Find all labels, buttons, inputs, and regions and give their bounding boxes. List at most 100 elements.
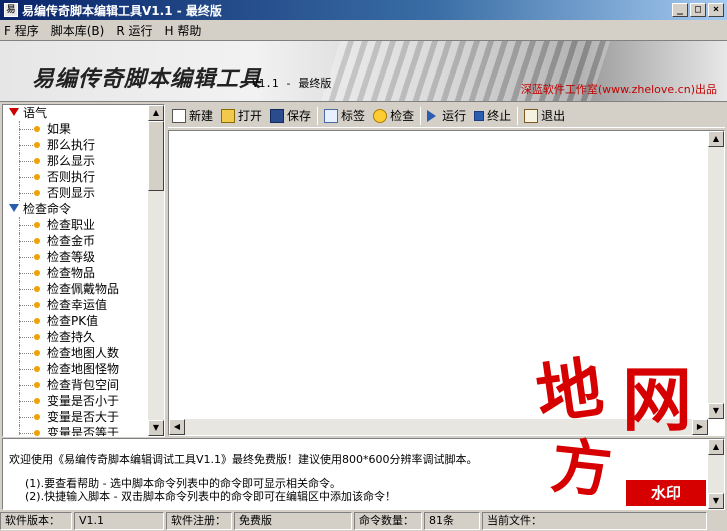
toolbar-separator xyxy=(317,106,319,125)
bullet-icon xyxy=(34,158,40,164)
editor-vertical-scrollbar[interactable]: ▲ ▼ xyxy=(708,131,724,419)
bullet-icon xyxy=(34,398,40,404)
bullet-icon xyxy=(34,302,40,308)
flag-icon xyxy=(9,204,19,212)
flag-icon xyxy=(9,108,19,116)
tree-item[interactable]: 检查佩戴物品 xyxy=(3,281,149,297)
close-button[interactable]: × xyxy=(708,3,724,17)
toolbar-separator xyxy=(517,106,519,125)
menu-run[interactable]: R 运行 xyxy=(116,22,152,39)
tree-scroll-thumb[interactable] xyxy=(148,121,164,191)
tree-connector xyxy=(19,369,33,370)
bullet-icon xyxy=(34,254,40,260)
tree-connector xyxy=(19,241,33,242)
menu-program[interactable]: F 程序 xyxy=(4,22,39,39)
run-button-label: 运行 xyxy=(442,109,467,123)
tree-scroll-down-button[interactable]: ▼ xyxy=(148,420,164,436)
tree-item[interactable]: 检查地图怪物 xyxy=(3,361,149,377)
tree-item-label: 检查金币 xyxy=(47,234,96,248)
tree-item[interactable]: 否则显示 xyxy=(3,185,149,201)
tree-connector xyxy=(19,289,33,290)
bullet-icon xyxy=(34,318,40,324)
bullet-icon xyxy=(34,126,40,132)
tree-item[interactable]: 变量是否小于 xyxy=(3,393,149,409)
command-tree-list: 语气 如果 那么执行 那么显示 否则执行 否则显示 检查命令 检查职业 检查金币检查等级检查物品… xyxy=(3,105,149,436)
tree-item[interactable]: 如果 xyxy=(3,121,149,137)
editor-scroll-left-button[interactable]: ◀ xyxy=(169,419,185,435)
tree-connector xyxy=(19,257,33,258)
tree-item-label: 检查物品 xyxy=(47,266,96,280)
tree-item[interactable]: 变量是否大于 xyxy=(3,409,149,425)
tree-group[interactable]: 检查命令 xyxy=(3,201,149,217)
save-button[interactable]: 保存 xyxy=(270,107,311,124)
minimize-button[interactable]: _ xyxy=(672,3,688,17)
tree-connector xyxy=(19,273,33,274)
check-button[interactable]: 检查 xyxy=(373,107,414,124)
tree-item-label: 检查等级 xyxy=(47,250,96,264)
menu-script-library[interactable]: 脚本库(B) xyxy=(51,22,105,39)
tree-item[interactable]: 那么显示 xyxy=(3,153,149,169)
tree-item-label: 否则显示 xyxy=(47,186,96,200)
editor-horizontal-scrollbar[interactable]: ◀ ▶ xyxy=(169,419,708,435)
bullet-icon xyxy=(34,286,40,292)
tree-item[interactable]: 检查背包空间 xyxy=(3,377,149,393)
status-bar: 软件版本： V1.1 软件注册： 免费版 命令数量： 81条 当前文件： xyxy=(0,511,727,531)
tree-item[interactable]: 否则执行 xyxy=(3,169,149,185)
tree-item-label: 检查幸运值 xyxy=(47,298,108,312)
command-tree[interactable]: 语气 如果 那么执行 那么显示 否则执行 否则显示 检查命令 检查职业 检查金币检查等级检查物品… xyxy=(2,104,165,437)
banner-credit: 深蓝软件工作室(www.zhelove.cn)出品 xyxy=(520,83,717,96)
message-scroll-down-button[interactable]: ▼ xyxy=(708,493,724,509)
status-version-value: V1.1 xyxy=(74,512,164,530)
tree-item[interactable]: 检查幸运值 xyxy=(3,297,149,313)
bullet-icon xyxy=(34,190,40,196)
tree-item[interactable]: 检查等级 xyxy=(3,249,149,265)
tree-item[interactable]: 检查金币 xyxy=(3,233,149,249)
new-button[interactable]: 新建 xyxy=(172,107,213,124)
tree-item[interactable]: 检查PK值 xyxy=(3,313,149,329)
exit-button[interactable]: 退出 xyxy=(524,107,565,124)
bullet-icon xyxy=(34,174,40,180)
tree-item-label: 如果 xyxy=(47,122,72,136)
tree-item[interactable]: 那么执行 xyxy=(3,137,149,153)
welcome-message: 欢迎使用《易编传奇脚本编辑调试工具V1.1》最终免费版！建议使用800*600分… xyxy=(9,453,478,466)
tree-item[interactable]: 检查地图人数 xyxy=(3,345,149,361)
menu-bar: F 程序 脚本库(B) R 运行 H 帮助 xyxy=(0,20,727,40)
editor-scroll-right-button[interactable]: ▶ xyxy=(692,419,708,435)
status-count-value: 81条 xyxy=(424,512,480,530)
script-editor[interactable]: ▲ ▼ ◀ ▶ xyxy=(168,130,725,436)
tree-item[interactable]: 变量是否等于 xyxy=(3,425,149,436)
bullet-icon xyxy=(34,382,40,388)
warning-check-icon xyxy=(373,108,388,123)
document-tag-icon xyxy=(324,108,339,123)
tree-connector xyxy=(19,161,33,162)
tree-item[interactable]: 检查持久 xyxy=(3,329,149,345)
tree-connector xyxy=(19,321,33,322)
editor-scroll-down-button[interactable]: ▼ xyxy=(708,403,724,419)
editor-scroll-up-button[interactable]: ▲ xyxy=(708,131,724,147)
stop-button[interactable]: 终止 xyxy=(474,107,511,124)
window-controls: _ □ × xyxy=(672,3,724,17)
bullet-icon xyxy=(34,334,40,340)
maximize-button[interactable]: □ xyxy=(690,3,706,17)
tree-connector xyxy=(19,129,33,130)
tree-item[interactable]: 检查物品 xyxy=(3,265,149,281)
message-scrollbar[interactable]: ▲ ▼ xyxy=(708,439,724,509)
new-button-label: 新建 xyxy=(189,109,214,123)
run-button[interactable]: 运行 xyxy=(427,107,466,124)
menu-help[interactable]: H 帮助 xyxy=(164,22,201,39)
tree-group[interactable]: 语气 xyxy=(3,105,149,121)
tree-item-label: 检查地图人数 xyxy=(47,346,120,360)
app-icon: 易 xyxy=(4,3,18,17)
tree-scrollbar[interactable]: ▲ ▼ xyxy=(148,105,164,436)
open-button[interactable]: 打开 xyxy=(221,107,262,124)
tree-scroll-up-button[interactable]: ▲ xyxy=(148,105,164,121)
bullet-icon xyxy=(34,238,40,244)
status-version-label: 软件版本： xyxy=(0,512,72,530)
tree-item-label: 检查持久 xyxy=(47,330,96,344)
open-button-label: 打开 xyxy=(238,109,263,123)
tree-connector xyxy=(19,177,33,178)
message-scroll-up-button[interactable]: ▲ xyxy=(708,439,724,455)
tree-item[interactable]: 检查职业 xyxy=(3,217,149,233)
tag-button[interactable]: 标签 xyxy=(324,107,365,124)
save-button-label: 保存 xyxy=(287,109,312,123)
